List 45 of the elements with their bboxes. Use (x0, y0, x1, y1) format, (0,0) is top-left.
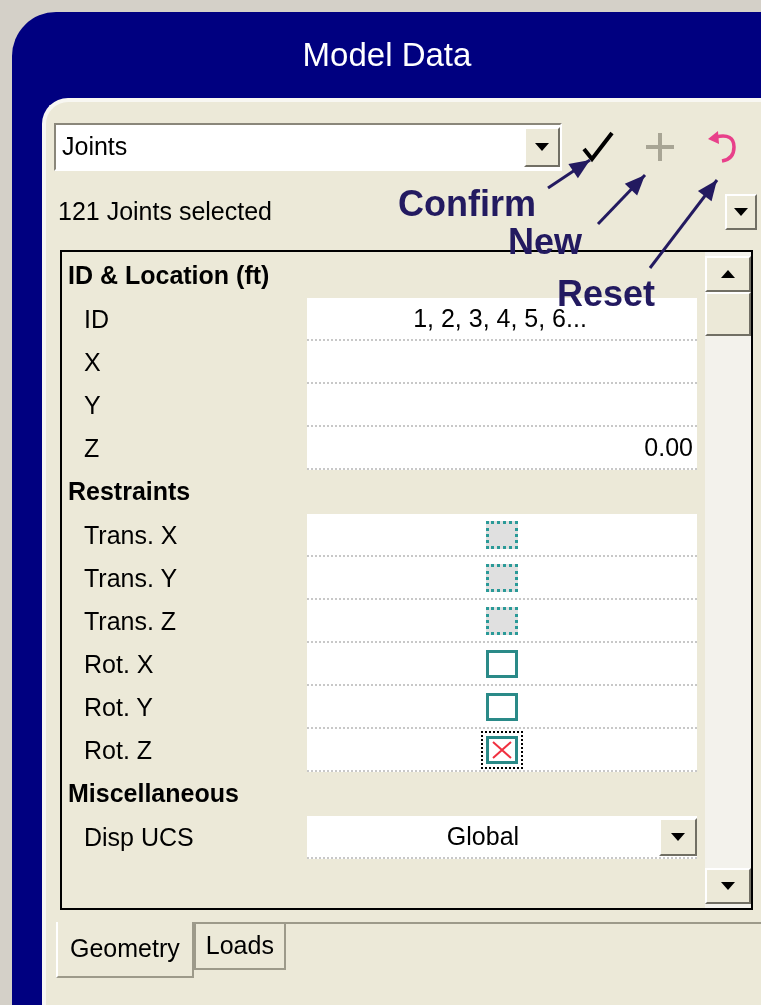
annotation-arrow (547, 158, 591, 190)
caret-icon (734, 208, 748, 216)
scroll-thumb[interactable] (705, 292, 751, 336)
options-dropdown-button[interactable] (725, 194, 757, 230)
scrollbar[interactable] (705, 252, 751, 908)
checkbox[interactable] (486, 563, 518, 592)
section-header: Miscellaneous (68, 778, 239, 810)
checkbox[interactable] (486, 735, 518, 764)
value-field[interactable] (307, 384, 697, 427)
object-type-dropdown[interactable]: Joints (54, 123, 562, 171)
property-label: Trans. Y (83, 562, 179, 594)
annotation-label: Confirm (398, 186, 536, 222)
up-arrow-icon (721, 270, 735, 278)
property-label: Y (83, 389, 102, 421)
checkbox[interactable] (486, 692, 518, 721)
section-header: Restraints (68, 476, 191, 508)
checkbox[interactable] (486, 606, 518, 635)
property-label: Rot. Y (83, 691, 155, 723)
x-mark-icon (492, 740, 512, 759)
dropdown-button[interactable] (659, 817, 697, 856)
checkmark-icon (580, 129, 616, 165)
value-field[interactable] (307, 341, 697, 384)
value-dropdown[interactable]: Global (307, 816, 697, 859)
property-label: Rot. X (83, 648, 155, 680)
section-header: ID & Location (ft) (68, 260, 270, 292)
down-arrow-icon (721, 882, 735, 890)
property-label: X (83, 346, 102, 378)
value-field[interactable]: 0.00 (307, 427, 697, 470)
caret-icon (671, 832, 685, 841)
selection-status: 121 Joints selected (57, 196, 273, 228)
checkbox[interactable] (486, 520, 518, 549)
property-label: Rot. Z (83, 734, 154, 766)
dropdown-button[interactable] (524, 127, 560, 167)
tab[interactable]: Loads (193, 924, 286, 970)
property-label: Trans. X (83, 519, 179, 551)
window-title: Model Data (302, 35, 472, 76)
scroll-down-button[interactable] (705, 868, 751, 904)
scroll-up-button[interactable] (705, 256, 751, 292)
caret-icon (535, 143, 549, 151)
property-label: Disp UCS (83, 821, 195, 853)
property-label: ID (83, 303, 110, 335)
property-label: Trans. Z (83, 605, 178, 637)
property-label: Z (83, 432, 101, 464)
tab[interactable]: Geometry (56, 922, 194, 978)
checkbox[interactable] (486, 649, 518, 678)
